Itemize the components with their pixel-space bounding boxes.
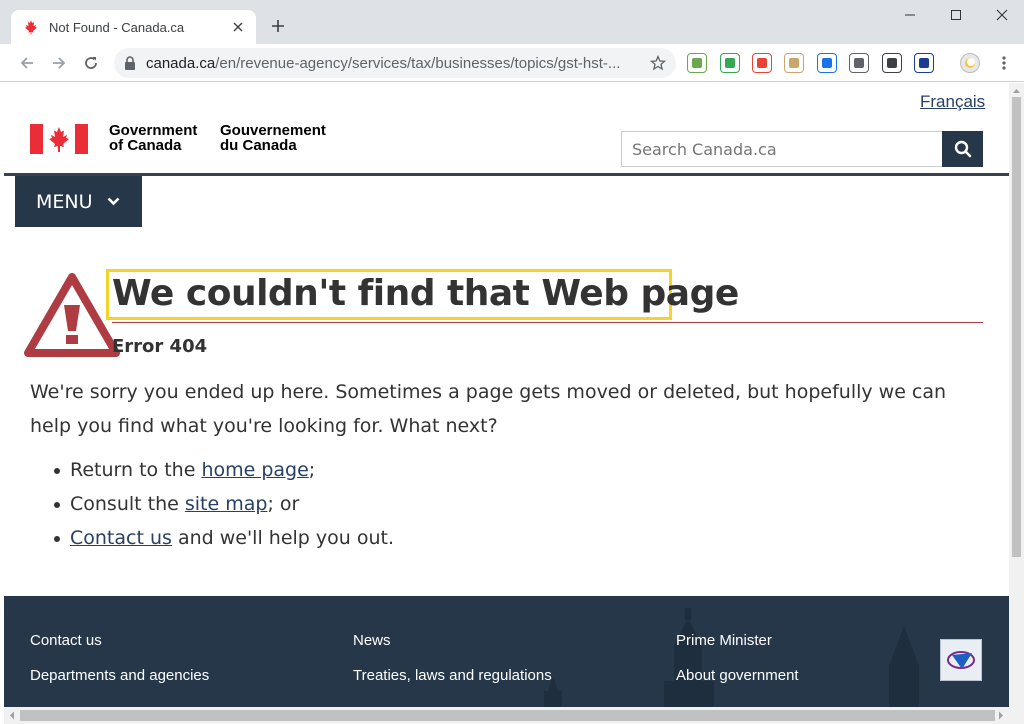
title-underline bbox=[112, 322, 983, 323]
horizontal-scroll-thumb[interactable] bbox=[20, 710, 995, 721]
chevron-down-icon bbox=[107, 197, 120, 206]
box-ext-icon[interactable] bbox=[784, 53, 804, 73]
new-tab-icon[interactable] bbox=[268, 16, 288, 36]
footer-about-government-link[interactable]: About government bbox=[676, 667, 799, 684]
mail-ext-icon[interactable] bbox=[720, 53, 740, 73]
scrollbar-corner bbox=[1009, 707, 1024, 724]
page-title: We couldn't find that Web page bbox=[112, 273, 739, 314]
url-path: /en/revenue-agency/services/tax/business… bbox=[215, 54, 621, 72]
search-ext-icon[interactable] bbox=[914, 53, 934, 73]
url-text: canada.ca/en/revenue-agency/services/tax… bbox=[146, 55, 650, 72]
watermark-logo bbox=[940, 639, 982, 681]
gov-fr-line1: Gouvernement bbox=[220, 122, 326, 139]
tab-close-icon[interactable] bbox=[230, 19, 246, 35]
gov-fr-line2: du Canada bbox=[220, 137, 297, 154]
camera-ext-icon[interactable] bbox=[752, 53, 772, 73]
vertical-scroll-thumb[interactable] bbox=[1012, 97, 1021, 557]
footer-contact-link[interactable]: Contact us bbox=[30, 632, 102, 649]
puzzle-ext-icon[interactable] bbox=[687, 53, 707, 73]
scroll-right-arrow-icon[interactable] bbox=[995, 707, 1007, 724]
page-viewport: Français Government of Canada Gouverneme… bbox=[4, 83, 1009, 707]
intro-paragraph: We're sorry you ended up here. Sometimes… bbox=[30, 381, 947, 437]
parliament-silhouette-icon bbox=[544, 608, 919, 707]
gov-en-line2: of Canada bbox=[109, 137, 182, 154]
site-map-link[interactable]: site map bbox=[185, 493, 268, 515]
footer-departments-link[interactable]: Departments and agencies bbox=[30, 667, 209, 684]
contact-us-link[interactable]: Contact us bbox=[70, 527, 172, 549]
search-input[interactable] bbox=[621, 131, 943, 167]
gov-signature-fr[interactable]: Gouvernement du Canada bbox=[220, 123, 340, 153]
maple-leaf-favicon-icon bbox=[23, 19, 39, 35]
address-bar[interactable]: canada.ca/en/revenue-agency/services/tax… bbox=[114, 48, 676, 78]
browser-chrome: Not Found - Canada.ca canada.ca/en/reven… bbox=[0, 0, 1024, 82]
profile-avatar-icon[interactable] bbox=[960, 53, 980, 73]
vertical-scrollbar[interactable] bbox=[1009, 83, 1024, 707]
scroll-up-arrow-icon[interactable] bbox=[1009, 85, 1024, 97]
tab-title: Not Found - Canada.ca bbox=[49, 19, 185, 35]
translate-ext-icon[interactable] bbox=[817, 53, 837, 73]
site-footer: Contact us Departments and agencies News… bbox=[4, 596, 1009, 707]
header-divider bbox=[4, 173, 1009, 176]
home-page-link[interactable]: home page bbox=[201, 459, 308, 481]
footer-news-link[interactable]: News bbox=[353, 632, 391, 649]
search-button[interactable] bbox=[942, 131, 983, 167]
browser-tab-active[interactable]: Not Found - Canada.ca bbox=[11, 10, 256, 44]
footer-prime-minister-link[interactable]: Prime Minister bbox=[676, 632, 772, 649]
browser-toolbar: canada.ca/en/revenue-agency/services/tax… bbox=[0, 44, 1024, 82]
window-close-icon[interactable] bbox=[988, 4, 1016, 26]
next-steps-list: Return to the home page; Consult the sit… bbox=[54, 453, 394, 555]
footer-treaties-link[interactable]: Treaties, laws and regulations bbox=[353, 667, 552, 684]
eyes-ext-icon[interactable] bbox=[849, 53, 869, 73]
lock-icon bbox=[124, 56, 136, 70]
gov-en-line1: Government bbox=[109, 122, 198, 139]
watermark-icon bbox=[947, 651, 975, 669]
list-item-contact: Contact us and we'll help you out. bbox=[54, 521, 394, 555]
item-suffix: ; or bbox=[267, 493, 300, 515]
error-code: Error 404 bbox=[112, 336, 208, 357]
scroll-left-arrow-icon[interactable] bbox=[6, 707, 18, 724]
menu-label: MENU bbox=[36, 190, 93, 213]
item-prefix: Consult the bbox=[70, 493, 185, 515]
extension-glyph bbox=[692, 58, 702, 68]
item-suffix: and we'll help you out. bbox=[171, 527, 394, 549]
item-prefix: Return to the bbox=[70, 459, 202, 481]
extension-glyph bbox=[725, 58, 735, 68]
back-arrow-icon[interactable] bbox=[14, 50, 40, 76]
extension-glyph bbox=[789, 58, 799, 68]
gov-signature-en[interactable]: Government of Canada bbox=[109, 123, 219, 153]
menu-button[interactable]: MENU bbox=[15, 176, 142, 227]
horizontal-scrollbar[interactable] bbox=[4, 707, 1009, 724]
search-icon bbox=[954, 140, 971, 158]
list-item-home: Return to the home page; bbox=[54, 453, 394, 487]
bookmark-star-icon[interactable] bbox=[650, 55, 666, 71]
url-host: canada.ca bbox=[146, 54, 216, 72]
extension-glyph bbox=[919, 58, 929, 68]
minimize-icon[interactable] bbox=[896, 4, 924, 26]
extension-glyph bbox=[854, 58, 864, 68]
canada-flag-icon bbox=[30, 124, 88, 154]
extension-glyph bbox=[822, 58, 832, 68]
language-toggle-link[interactable]: Français bbox=[920, 92, 985, 112]
maximize-icon[interactable] bbox=[942, 4, 970, 26]
extension-glyph bbox=[757, 58, 767, 68]
list-item-sitemap: Consult the site map; or bbox=[54, 487, 394, 521]
extension-glyph bbox=[887, 58, 897, 68]
kebab-menu-icon[interactable] bbox=[994, 53, 1014, 73]
forward-arrow-icon[interactable] bbox=[46, 50, 72, 76]
reload-icon[interactable] bbox=[78, 50, 104, 76]
item-suffix: ; bbox=[308, 459, 316, 481]
tab-strip: Not Found - Canada.ca bbox=[0, 0, 1024, 44]
screenshot-ext-icon[interactable] bbox=[882, 53, 902, 73]
